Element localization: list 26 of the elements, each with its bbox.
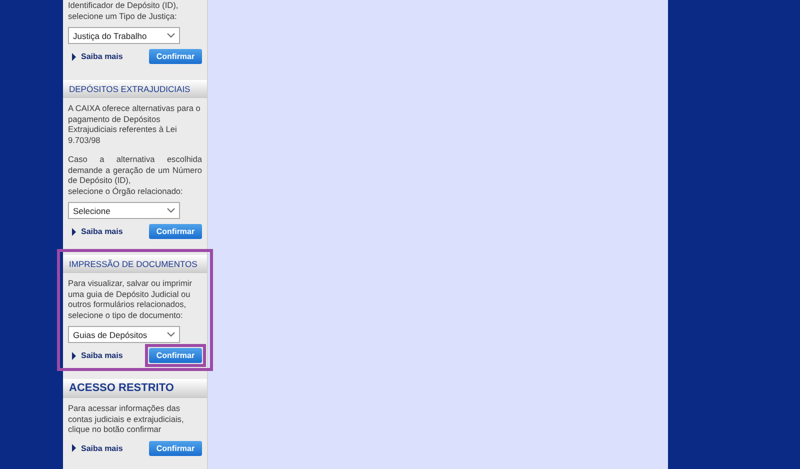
- confirm-button[interactable]: Confirmar: [149, 348, 202, 363]
- confirm-button[interactable]: Confirmar: [149, 49, 202, 64]
- chevron-down-icon: [167, 332, 175, 337]
- section-text: A CAIXA oferece alternativas para o pagamento de Depósitos Extrajudiciais referentes à Lei 9.703/98: [68, 103, 202, 145]
- chevron-down-icon: [167, 208, 175, 213]
- section-heading: IMPRESSÃO DE DOCUMENTOS: [63, 255, 207, 273]
- dropdown[interactable]: Justiça do Trabalho: [68, 27, 180, 44]
- more-info-link[interactable]: Saiba mais: [72, 227, 123, 236]
- chevron-down-icon: [167, 33, 175, 38]
- section-heading: DEPÓSITOS EXTRAJUDICIAIS: [63, 80, 207, 98]
- section-heading: ACESSO RESTRITO: [63, 379, 207, 398]
- confirm-button[interactable]: Confirmar: [149, 440, 202, 456]
- section-text: Para acessar informações das contas judiciais e extrajudiciais, clique no botão confirmar: [68, 403, 185, 434]
- triangle-right-icon: [72, 52, 76, 60]
- more-info-link[interactable]: Saiba mais: [72, 52, 123, 61]
- confirm-button[interactable]: Confirmar: [149, 224, 202, 239]
- section-text: Identificador de Depósito (ID), selecione um Tipo de Justiça:: [68, 0, 180, 21]
- section-text: Para visualizar, salvar ou imprimir uma guia de Depósito Judicial ou outros formulários relacionados, selecione o tipo de documento:: [68, 278, 194, 320]
- more-info-link[interactable]: Saiba mais: [72, 444, 123, 452]
- triangle-right-icon: [72, 352, 76, 360]
- triangle-right-icon: [72, 228, 76, 236]
- dropdown[interactable]: Guias de Depósitos: [68, 326, 180, 343]
- section-text: Caso a alternativa escolhida demande a geração de um Número de Depósito (ID), selecione o Órgão relacionado:: [68, 154, 202, 196]
- triangle-right-icon: [72, 444, 76, 452]
- dropdown[interactable]: Selecione: [68, 202, 180, 219]
- more-info-link[interactable]: Saiba mais: [72, 351, 123, 360]
